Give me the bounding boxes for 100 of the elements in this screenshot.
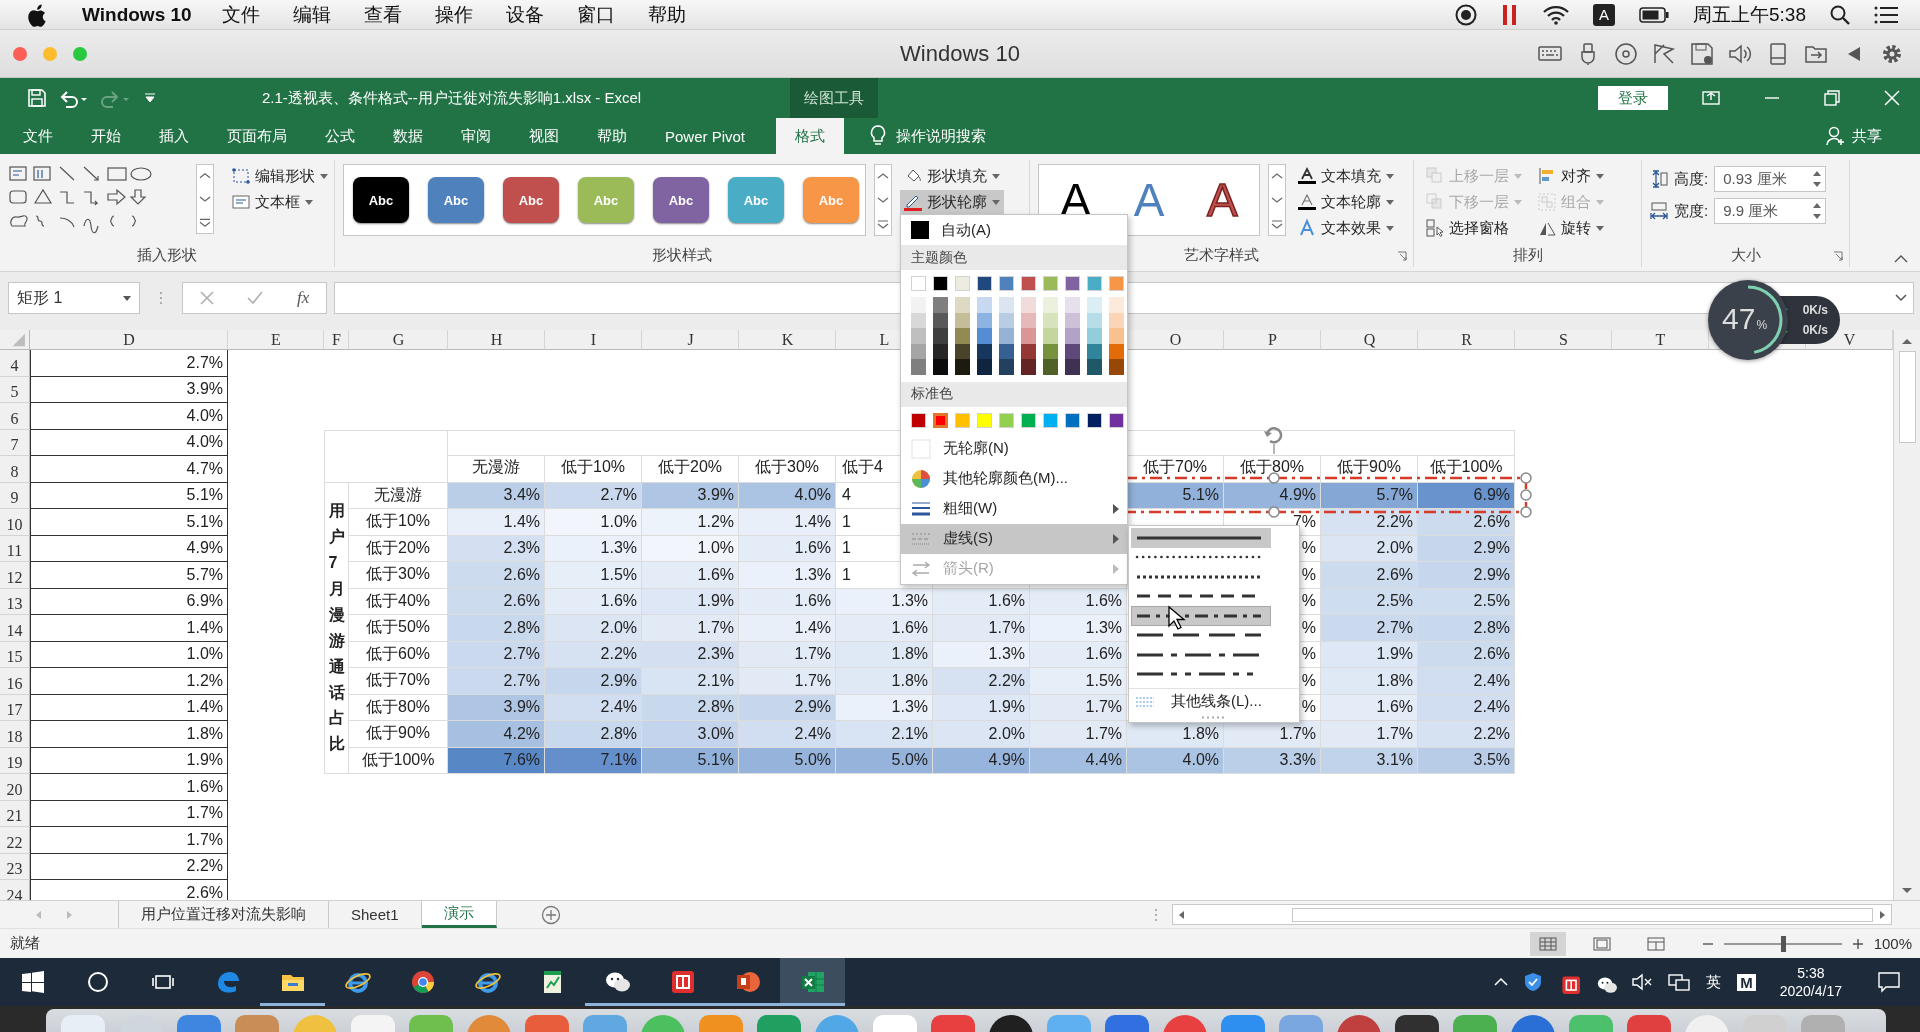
usage-percent: 47 bbox=[1722, 302, 1756, 336]
table-cell: 1.8% bbox=[1321, 668, 1418, 695]
table-cell: 1.4% bbox=[30, 615, 228, 642]
group-label: 大小 bbox=[1730, 245, 1761, 265]
table-cell: 2.6% bbox=[1418, 641, 1515, 668]
table-cell: 3.3% bbox=[1224, 747, 1321, 774]
table-cell: 1.3% bbox=[836, 588, 933, 615]
field-label: 宽度: bbox=[1674, 201, 1709, 221]
table-cell: 2.6% bbox=[1321, 562, 1418, 589]
column-header: 低于100% bbox=[1418, 456, 1515, 483]
table-cell: 1.8% bbox=[836, 668, 933, 695]
table-cell: 2.7% bbox=[1321, 615, 1418, 642]
table-cell: 5.1% bbox=[642, 747, 739, 774]
table-cell: 2.9% bbox=[1418, 535, 1515, 562]
table-cell: 1.3% bbox=[545, 535, 642, 562]
table-cell: 1.3% bbox=[1030, 615, 1127, 642]
table-cell: 5.0% bbox=[836, 747, 933, 774]
table-cell: 1.3% bbox=[739, 562, 836, 589]
table-cell: 2.2% bbox=[1418, 721, 1515, 748]
menu-section-header: 主题颜色 bbox=[901, 245, 1127, 270]
table-cell: 7.6% bbox=[448, 747, 545, 774]
column-header: 低于90% bbox=[1321, 456, 1418, 483]
table-cell: 1.7% bbox=[1030, 694, 1127, 721]
table-cell: 1.6% bbox=[1321, 694, 1418, 721]
table-cell: 1.3% bbox=[836, 694, 933, 721]
table-cell: 2.0% bbox=[933, 721, 1030, 748]
table-cell: 1.5% bbox=[545, 562, 642, 589]
table-cell: 1.6% bbox=[933, 588, 1030, 615]
table-cell: 1.0% bbox=[642, 535, 739, 562]
table-cell: 1.7% bbox=[739, 641, 836, 668]
context-tab-label: 绘图工具 bbox=[790, 78, 878, 118]
table-cell: 3.9% bbox=[30, 376, 228, 403]
table-cell: 1.6% bbox=[1030, 641, 1127, 668]
document-title: 2.1-透视表、条件格式--用户迁徙对流失影响1.xlsx - Excel bbox=[262, 88, 642, 108]
window-title: Windows 10 bbox=[900, 40, 1020, 67]
table-cell: 2.9% bbox=[545, 668, 642, 695]
table-cell: 2.8% bbox=[545, 721, 642, 748]
table-cell: 1.7% bbox=[642, 615, 739, 642]
menu-section-header: 标准色 bbox=[901, 381, 1127, 407]
table-cell: 7.1% bbox=[545, 747, 642, 774]
table-cell: 1.6% bbox=[739, 535, 836, 562]
table-cell: 1.6% bbox=[545, 588, 642, 615]
table-cell: 3.5% bbox=[1418, 747, 1515, 774]
table-cell: 4.9% bbox=[933, 747, 1030, 774]
table-cell: 4.0% bbox=[739, 482, 836, 509]
table-cell: 5.1% bbox=[30, 482, 228, 509]
table-cell: 1.4% bbox=[739, 509, 836, 536]
column-header: 低于30% bbox=[739, 456, 836, 483]
table-cell: 1.8% bbox=[836, 641, 933, 668]
table-cell: 4.0% bbox=[30, 429, 228, 456]
table-cell: 1.4% bbox=[30, 694, 228, 721]
table-cell: 1.9% bbox=[642, 588, 739, 615]
column-header: 低于10% bbox=[545, 456, 642, 483]
table-cell: 2.8% bbox=[448, 615, 545, 642]
table-cell: 5.1% bbox=[30, 509, 228, 536]
table-cell: 2.7% bbox=[448, 641, 545, 668]
table-cell: 2.9% bbox=[1418, 562, 1515, 589]
table-cell: 1.7% bbox=[1030, 721, 1127, 748]
table-cell: 1.4% bbox=[448, 509, 545, 536]
table-cell: 1.0% bbox=[545, 509, 642, 536]
table-cell: 1.7% bbox=[30, 827, 228, 854]
table-cell: 1.2% bbox=[30, 668, 228, 695]
table-cell: 1.5% bbox=[1030, 668, 1127, 695]
table-cell: 2.3% bbox=[448, 535, 545, 562]
table-cell: 3.9% bbox=[448, 694, 545, 721]
table-cell: 2.7% bbox=[30, 350, 228, 377]
table-cell: 2.2% bbox=[545, 641, 642, 668]
table-cell: 1.6% bbox=[30, 774, 228, 801]
group-label: 艺术字样式 bbox=[1184, 245, 1259, 265]
table-cell: 2.4% bbox=[1418, 694, 1515, 721]
table-cell: 3.9% bbox=[642, 482, 739, 509]
table-cell: 2.0% bbox=[545, 615, 642, 642]
table-cell: 1.0% bbox=[30, 641, 228, 668]
table-cell: 4.0% bbox=[30, 403, 228, 430]
table-cell: 2.6% bbox=[448, 562, 545, 589]
table-cell: 1.8% bbox=[1127, 721, 1224, 748]
table-cell: 2.3% bbox=[642, 641, 739, 668]
column-header: 低于20% bbox=[642, 456, 739, 483]
table-cell: 2.7% bbox=[448, 668, 545, 695]
table-cell: 2.8% bbox=[1418, 615, 1515, 642]
table-cell: 2.7% bbox=[545, 482, 642, 509]
table-cell: 1.2% bbox=[642, 509, 739, 536]
table-cell: 1.6% bbox=[1030, 588, 1127, 615]
table-cell: 2.4% bbox=[1418, 668, 1515, 695]
table-cell: 1.7% bbox=[30, 800, 228, 827]
table-cell: 2.5% bbox=[1418, 588, 1515, 615]
table-cell: 3.0% bbox=[642, 721, 739, 748]
table-cell: 6.9% bbox=[30, 588, 228, 615]
table-cell: 1.6% bbox=[836, 615, 933, 642]
table-cell: 1.8% bbox=[30, 721, 228, 748]
table-cell: 2.6% bbox=[448, 588, 545, 615]
group-label: 插入形状 bbox=[137, 245, 197, 265]
table-cell: 4.7% bbox=[30, 456, 228, 483]
table-cell: 1.3% bbox=[933, 641, 1030, 668]
column-header: 无漫游 bbox=[448, 456, 545, 483]
table-cell: 4.9% bbox=[30, 535, 228, 562]
group-label: 形状样式 bbox=[652, 245, 712, 265]
percent-sign: % bbox=[1756, 318, 1768, 332]
table-cell: 1.7% bbox=[1224, 721, 1321, 748]
table-cell: 1.9% bbox=[1321, 641, 1418, 668]
